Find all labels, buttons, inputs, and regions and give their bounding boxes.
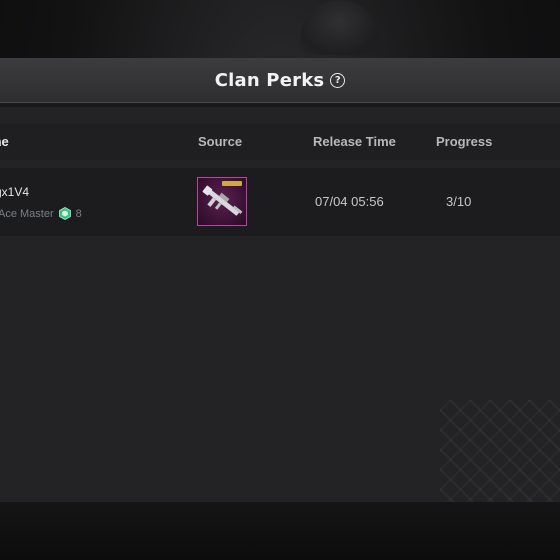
header-progress: Progress — [436, 134, 493, 149]
table-row[interactable]: gx1V4 Ace Master 8 — [0, 168, 560, 236]
background-character — [300, 0, 380, 55]
title-divider — [0, 103, 560, 107]
player-rank: Ace Master 8 — [0, 207, 82, 220]
clan-perks-panel: Clan Perks ? me Source Release Time Prog… — [0, 58, 560, 502]
header-name: me — [0, 134, 9, 149]
rank-level: 8 — [75, 207, 82, 220]
panel-title: Clan Perks — [214, 69, 325, 91]
game-screen: Clan Perks ? me Source Release Time Prog… — [0, 0, 560, 560]
header-release-time: Release Time — [313, 134, 396, 149]
background-floor — [0, 502, 560, 560]
rank-badge-icon — [58, 207, 71, 220]
rifle-skin-icon — [202, 181, 243, 216]
rank-title: Ace Master — [0, 207, 54, 220]
release-time-value: 07/04 05:56 — [315, 194, 384, 209]
player-name: gx1V4 — [0, 185, 30, 199]
header-source: Source — [198, 134, 243, 149]
help-circle-icon[interactable]: ? — [330, 72, 346, 88]
table-header: me Source Release Time Progress — [0, 124, 560, 160]
progress-value: 3/10 — [446, 194, 472, 209]
source-item-thumbnail[interactable] — [197, 177, 247, 226]
title-bar: Clan Perks ? — [0, 58, 560, 103]
